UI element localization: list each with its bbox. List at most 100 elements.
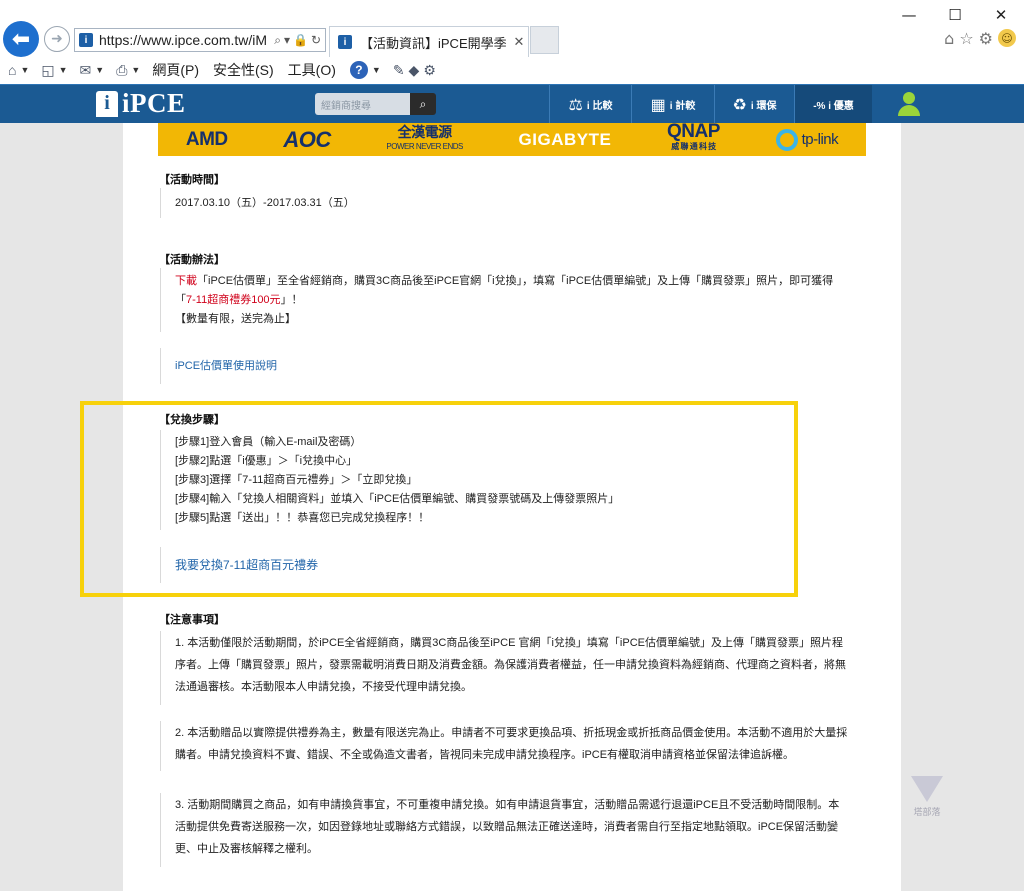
rss-feed-icon[interactable]: ◱ (41, 62, 54, 79)
window-controls: — ☐ ✕ (886, 0, 1024, 30)
menu-safety[interactable]: 安全性(S) (213, 60, 274, 80)
sponsor-amd-logo[interactable]: AMD (186, 129, 228, 151)
sponsor-qnap-logo[interactable]: QNAP 威 聯 通 科 技 (667, 122, 720, 153)
coupon-quote-close: 」！ (280, 294, 303, 306)
chevron-down-icon[interactable]: ▼ (372, 65, 381, 75)
nav-eco-label: i 環保 (750, 101, 777, 112)
site-search-button[interactable]: ⌕ (410, 93, 436, 115)
user-account-icon[interactable] (896, 92, 922, 118)
step-item: [步驟4]輸入「兌換人相關資料」並填入「iPCE估價單編號、購買發票號碼及上傳發… (175, 493, 620, 505)
section-redeem: 我要兌換7-11超商百元禮券 (160, 547, 318, 583)
arrow-right-icon: ➜ (51, 31, 63, 47)
nav-compare[interactable]: ⚖ i 比較 (549, 85, 631, 124)
settings-gear-icon[interactable]: ⚙ (423, 62, 436, 79)
sponsor-aoc-logo[interactable]: AOC (283, 127, 331, 153)
arrow-left-icon: ⬅ (11, 26, 31, 52)
settings-gear-icon[interactable]: ⚙ (979, 29, 993, 48)
step-item: [步驟2]點選「i優惠」＞「i兌換中心」 (175, 455, 358, 467)
sponsor-banner: AMD AOC 全漢電源 POWER NEVER ENDS GIGABYTE Q… (158, 122, 866, 156)
sponsor-fsp-logo[interactable]: 全漢電源 POWER NEVER ENDS (386, 124, 463, 153)
nav-discount[interactable]: -% i 優惠 (794, 85, 872, 124)
nav-calculate-label: i 計較 (669, 101, 696, 112)
minimize-button[interactable]: — (886, 0, 932, 30)
download-link[interactable]: 下載 (175, 275, 197, 287)
mail-icon[interactable]: ✉ (80, 62, 92, 79)
nav-calculate[interactable]: ▦ i 計較 (631, 85, 714, 124)
site-favicon-icon: i (79, 33, 93, 47)
menu-tools[interactable]: 工具(O) (288, 60, 336, 80)
step-item: [步驟3]選擇「7-11超商百元禮券」＞「立即兌換」 (175, 474, 418, 486)
coupon-quote-open: 「 (175, 294, 186, 306)
search-icon[interactable]: ⌕ (274, 33, 281, 48)
note-block: 1. 本活動僅限於活動期間，於iPCE全省經銷商，購買3C商品後至iPCE 官網… (160, 631, 850, 705)
home-icon[interactable]: ⌂ (8, 62, 16, 78)
menu-page[interactable]: 網頁(P) (152, 60, 199, 80)
tplink-name: tp-link (801, 131, 839, 148)
address-url[interactable]: https://www.ipce.com.tw/iM (99, 32, 274, 48)
home-icon[interactable]: ⌂ (944, 29, 954, 48)
section-heading-notes: 【注意事項】 (159, 614, 225, 626)
fsp-name: 全漢電源 (397, 124, 453, 140)
limit-note: 【數量有限，送完為止】 (175, 313, 296, 325)
logo-mark-icon: i (96, 90, 118, 117)
new-tab-button[interactable] (530, 26, 559, 54)
chevron-down-icon[interactable]: ▼ (20, 65, 29, 75)
page-gutter-left (0, 123, 123, 891)
qnap-subtitle: 威 聯 通 科 技 (671, 142, 716, 151)
method-text: 「iPCE估價單」至全省經銷商，購買3C商品後至iPCE官網「i兌換」，填寫「i… (197, 275, 834, 287)
section-steps: [步驟1]登入會員（輸入E-mail及密碼） [步驟2]點選「i優惠」＞「i兌換… (160, 430, 780, 530)
research-icon[interactable]: ◆ (409, 62, 420, 79)
chevron-down-icon[interactable]: ▼ (59, 65, 68, 75)
calculator-icon: ▦ (650, 96, 666, 114)
command-bar: ⌂ ▼ ◱ ▼ ✉ ▼ ⎙ ▼ 網頁(P) 安全性(S) 工具(O) ? ▼ ✎ ◆ ⚙ (0, 58, 1024, 82)
step-item: [步驟5]點選「送出」！！恭喜您已完成兌換程序！！ (175, 512, 430, 524)
help-icon[interactable]: ? (349, 61, 368, 79)
note-item: 1. 本活動僅限於活動期間，於iPCE全省經銷商，購買3C商品後至iPCE 官網… (175, 637, 846, 693)
back-button[interactable]: ⬅ (3, 21, 39, 57)
nav-eco[interactable]: ♻ i 環保 (714, 85, 794, 124)
activity-period: 2017.03.10（五）-2017.03.31（五） (175, 197, 355, 209)
sponsor-tplink-logo[interactable]: tp-link (775, 128, 839, 151)
coupon-highlight: 7-11超商禮券100元 (186, 294, 281, 306)
sponsor-gigabyte-logo[interactable]: GIGABYTE (519, 130, 612, 150)
note-item: 3. 活動期間購買之商品，如有申請換貨事宜，不可重複申請兌換。如有申請退貨事宜，… (175, 799, 840, 855)
refresh-icon[interactable]: ↻ (311, 33, 321, 48)
qnap-name: QNAP (667, 121, 720, 142)
nav-discount-label: -% i 優惠 (813, 101, 854, 112)
tab-close-icon[interactable]: ✕ (510, 34, 528, 50)
chevron-down-icon[interactable]: ▼ (95, 65, 104, 75)
redeem-link[interactable]: 我要兌換7-11超商百元禮券 (175, 558, 318, 572)
maximize-button[interactable]: ☐ (932, 0, 978, 30)
lock-icon[interactable]: 🔒 (293, 33, 308, 48)
article-content: AMD AOC 全漢電源 POWER NEVER ENDS GIGABYTE Q… (123, 122, 901, 891)
close-window-button[interactable]: ✕ (978, 0, 1024, 30)
favorites-star-icon[interactable]: ☆ (959, 29, 973, 48)
browser-tab-active[interactable]: i 【活動資訊】iPCE開學季 ... ✕ (329, 26, 529, 57)
print-icon[interactable]: ⎙ (116, 62, 127, 79)
addon-icon[interactable]: ✎ (393, 62, 405, 79)
note-block: 3. 活動期間購買之商品，如有申請換貨事宜，不可重複申請兌換。如有申請退貨事宜，… (160, 793, 850, 867)
note-block: 2. 本活動贈品以實際提供禮券為主，數量有限送完為止。申請者不可要求更換品項、折… (160, 721, 850, 771)
chevron-down-icon[interactable]: ▼ (131, 65, 140, 75)
section-guide: iPCE估價單使用說明 (160, 348, 277, 384)
guide-link[interactable]: iPCE估價單使用說明 (175, 360, 277, 372)
feedback-smiley-icon[interactable]: ☺ (998, 29, 1016, 47)
tplink-mark-icon (775, 128, 798, 151)
balance-icon: ⚖ (568, 96, 583, 114)
section-heading-time: 【活動時間】 (159, 174, 225, 186)
watermark-text: 塔部落 (913, 808, 941, 818)
browser-right-icons: ⌂ ☆ ⚙ ☺ (944, 29, 1016, 48)
forward-button[interactable]: ➜ (44, 26, 70, 52)
address-bar[interactable]: i https://www.ipce.com.tw/iM ⌕ ▾ 🔒 ↻ (74, 28, 326, 52)
logo-text: iPCE (122, 88, 186, 118)
section-heading-steps: 【兌換步驟】 (159, 414, 225, 426)
dropdown-icon[interactable]: ▾ (284, 33, 290, 48)
section-time: 2017.03.10（五）-2017.03.31（五） (160, 188, 355, 218)
site-logo[interactable]: i iPCE (96, 88, 186, 119)
site-nav: ⚖ i 比較 ▦ i 計較 ♻ i 環保 -% i 優惠 (549, 85, 872, 124)
step-item: [步驟1]登入會員（輸入E-mail及密碼） (175, 436, 362, 448)
tab-favicon-icon: i (338, 35, 352, 49)
recycle-icon: ♻ (732, 96, 747, 114)
site-search-input[interactable]: 經銷商搜尋 (315, 93, 410, 115)
watermark-triangle-icon (911, 776, 943, 802)
